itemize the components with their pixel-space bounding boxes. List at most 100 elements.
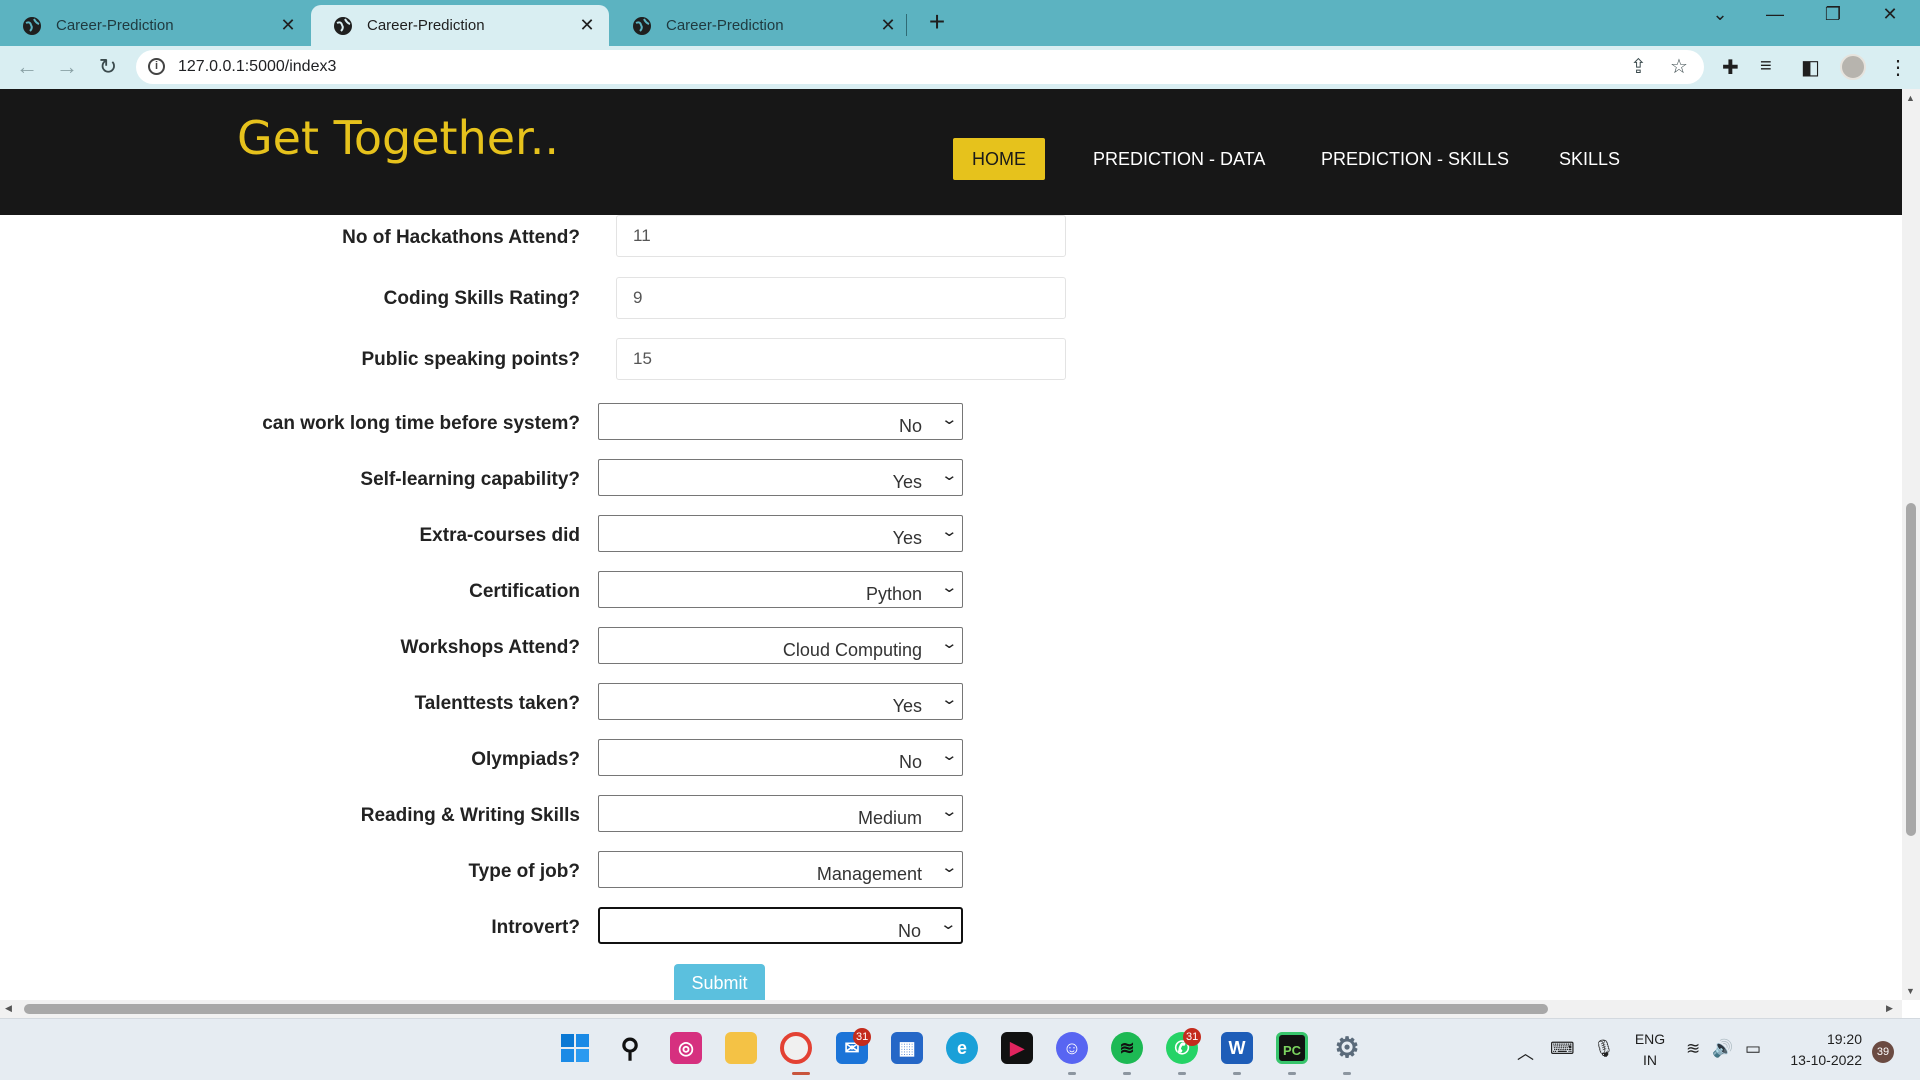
microphone-icon[interactable]: 🎙 [1593,1039,1615,1059]
url-omnibox[interactable]: i 127.0.0.1:5000/index3 ⇪ ☆ [136,50,1704,84]
url-text[interactable]: 127.0.0.1:5000/index3 [178,58,336,76]
job-type-select[interactable]: Management ⌄ [598,851,963,888]
reading-writing-select[interactable]: Medium ⌄ [598,795,963,832]
wifi-icon[interactable]: ≋ [1686,1039,1700,1059]
language-indicator[interactable]: ENG [1632,1031,1668,1047]
field-label: Certification [469,581,580,602]
media-queue-icon[interactable]: ≡ [1760,55,1772,78]
field-label: can work long time before system? [262,413,580,434]
chevron-down-icon: ⌄ [940,411,959,428]
olympiads-select[interactable]: No ⌄ [598,739,963,776]
share-icon[interactable]: ⇪ [1630,54,1647,79]
tab-3[interactable]: Career-Prediction ✕ [610,5,910,46]
form-row-self-learning: Self-learning capability? Yes ⌄ [0,459,1100,499]
media-player-icon[interactable]: ▶ [1001,1032,1033,1064]
edge-icon[interactable]: e [946,1032,978,1064]
store-icon[interactable]: ▦ [891,1032,923,1064]
clock-time[interactable]: 19:20 [1782,1031,1862,1047]
pycharm-icon[interactable]: PC [1276,1032,1308,1064]
close-icon[interactable]: ✕ [878,15,898,36]
tab-title: Career-Prediction [56,17,174,34]
long-time-select[interactable]: No ⌄ [598,403,963,440]
tab-2-active[interactable]: Career-Prediction ✕ [311,5,609,46]
nav-home[interactable]: HOME [953,138,1045,180]
more-menu-icon[interactable]: ⋮ [1888,55,1908,80]
form-row-talent-tests: Talenttests taken? Yes ⌄ [0,683,1100,723]
horizontal-scrollbar[interactable]: ◀ ▶ [0,1000,1902,1018]
close-icon[interactable]: ✕ [577,15,597,36]
whatsapp-badge: 31 [1183,1028,1202,1046]
form-row-coding-skills: Coding Skills Rating? 9 [0,277,1100,319]
site-info-icon[interactable]: i [148,58,165,75]
chrome-icon[interactable] [780,1032,812,1064]
word-icon[interactable]: W [1221,1032,1253,1064]
chevron-down-icon: ⌄ [940,467,959,484]
keyboard-icon[interactable]: ⌨ [1550,1039,1575,1059]
reload-icon[interactable]: ↻ [93,54,123,80]
globe-icon [633,16,651,35]
tab-title: Career-Prediction [367,17,485,34]
form-row-olympiads: Olympiads? No ⌄ [0,739,1100,779]
field-label: Public speaking points? [361,349,580,370]
talent-tests-select[interactable]: Yes ⌄ [598,683,963,720]
form-row-reading-writing: Reading & Writing Skills Medium ⌄ [0,795,1100,835]
introvert-select[interactable]: No ⌄ [598,907,963,944]
side-panel-icon[interactable]: ◧ [1801,55,1820,80]
bookmark-star-icon[interactable]: ☆ [1670,54,1688,79]
vertical-scrollbar[interactable]: ▲ ▼ [1902,89,1920,1000]
search-icon[interactable]: ⚲ [614,1032,646,1064]
public-speaking-input[interactable]: 15 [616,338,1066,380]
new-tab-button[interactable]: + [922,6,952,38]
instagram-icon[interactable]: ◎ [670,1032,702,1064]
scroll-up-arrow-icon[interactable]: ▲ [1906,93,1915,103]
windows-taskbar: ⚲ ◎ ✉ 31 ▦ e ▶ ☺ ≋ ✆ 31 W PC ⚙ ︿ ⌨ 🎙 ENG… [0,1018,1920,1080]
form-row-workshops: Workshops Attend? Cloud Computing ⌄ [0,627,1100,667]
file-explorer-icon[interactable] [725,1032,757,1064]
extra-courses-select[interactable]: Yes ⌄ [598,515,963,552]
vertical-scroll-thumb[interactable] [1906,503,1916,836]
spotify-icon[interactable]: ≋ [1111,1032,1143,1064]
forward-arrow-icon[interactable]: → [52,54,82,80]
close-window-button[interactable]: ✕ [1870,4,1910,25]
back-arrow-icon[interactable]: ← [12,54,42,80]
nav-skills[interactable]: SKILLS [1540,138,1639,180]
self-learning-select[interactable]: Yes ⌄ [598,459,963,496]
settings-gear-icon[interactable]: ⚙ [1331,1032,1363,1064]
region-indicator[interactable]: IN [1632,1052,1668,1068]
tab-1[interactable]: Career-Prediction ✕ [0,5,310,46]
scroll-down-arrow-icon[interactable]: ▼ [1906,986,1915,996]
hackathons-input[interactable]: 11 [616,215,1066,257]
site-header: Get Together.. HOME PREDICTION - DATA PR… [0,89,1902,215]
extensions-puzzle-icon[interactable]: ✚ [1722,55,1739,80]
field-label: Reading & Writing Skills [360,805,580,826]
field-label: Talenttests taken? [414,693,580,714]
restore-button[interactable]: ❐ [1813,4,1853,25]
select-value: Yes [892,472,922,492]
discord-icon[interactable]: ☺ [1056,1032,1088,1064]
active-app-indicator [792,1072,810,1075]
submit-button[interactable]: Submit [674,964,765,1000]
horizontal-scroll-thumb[interactable] [24,1004,1548,1014]
minimize-button[interactable]: — [1755,4,1795,25]
profile-avatar[interactable] [1840,54,1866,80]
clock-date[interactable]: 13-10-2022 [1772,1052,1862,1068]
tab-search-chevron-icon[interactable]: ⌄ [1700,4,1740,25]
site-brand-logo[interactable]: Get Together.. [237,111,559,165]
app-running-indicator [1288,1072,1296,1075]
battery-icon[interactable]: ▭ [1745,1039,1761,1059]
scroll-left-arrow-icon[interactable]: ◀ [5,1003,12,1014]
notification-count-badge[interactable]: 39 [1872,1041,1894,1063]
address-bar-row: ← → ↻ i 127.0.0.1:5000/index3 ⇪ ☆ ✚ ≡ ◧ … [0,46,1920,89]
form-row-introvert: Introvert? No ⌄ [0,907,1100,947]
volume-icon[interactable]: 🔊 [1712,1039,1733,1059]
select-value: Yes [892,528,922,548]
certification-select[interactable]: Python ⌄ [598,571,963,608]
scroll-right-arrow-icon[interactable]: ▶ [1886,1003,1893,1014]
windows-start-icon[interactable] [559,1032,591,1064]
nav-prediction-data[interactable]: PREDICTION - DATA [1074,138,1284,180]
nav-prediction-skills[interactable]: PREDICTION - SKILLS [1302,138,1528,180]
tray-chevron-up-icon[interactable]: ︿ [1517,1039,1534,1064]
workshops-select[interactable]: Cloud Computing ⌄ [598,627,963,664]
coding-skills-input[interactable]: 9 [616,277,1066,319]
close-icon[interactable]: ✕ [278,15,298,36]
